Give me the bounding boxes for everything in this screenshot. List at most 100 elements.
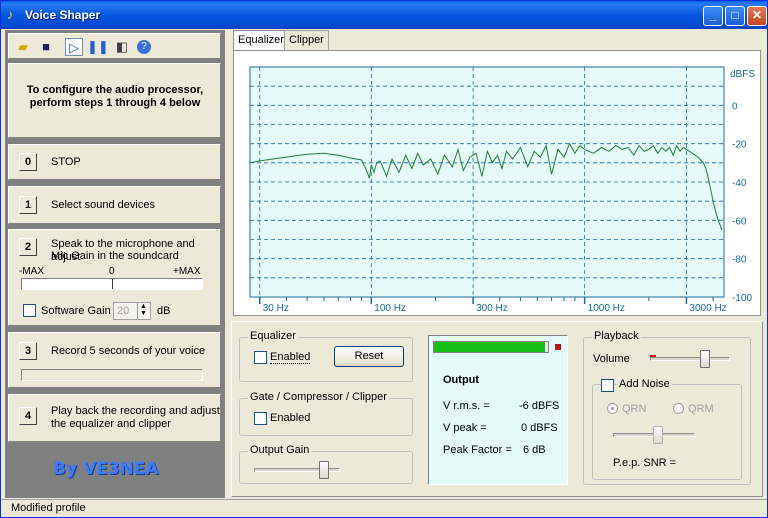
step-1-button[interactable]: 1 xyxy=(19,196,37,214)
vpeak-label: V peak = xyxy=(443,422,487,434)
vrms-label: V r.m.s. = xyxy=(443,400,490,412)
y-tick-label: -20 xyxy=(732,140,747,151)
software-gain-value: 20 xyxy=(117,305,130,317)
app-window: ♪ Voice Shaper _ □ ✕ ▰ ■ ▷ ❚❚ ◧ ? To con… xyxy=(0,0,768,518)
step-3-label: Record 5 seconds of your voice xyxy=(51,345,206,357)
window-title: Voice Shaper xyxy=(25,8,101,22)
instructions-panel: To configure the audio processor, perfor… xyxy=(8,63,221,138)
step-0-button[interactable]: 0 xyxy=(19,153,37,171)
spectrum-chart: 30 Hz 100 Hz 300 Hz 1000 Hz 3000 Hz 0 -20 -40 -6… xyxy=(249,66,755,314)
step-3-button[interactable]: 3 xyxy=(19,342,37,360)
equalizer-group: Equalizer Enabled Reset xyxy=(239,330,413,382)
gate-group-title: Gate / Compressor / Clipper xyxy=(248,391,389,403)
qrm-label: QRM xyxy=(688,403,714,415)
y-tick-label: -80 xyxy=(732,255,747,266)
step-2-label-line2: Mic Gain in the soundcard xyxy=(51,250,179,262)
x-tick-label: 3000 Hz xyxy=(689,303,726,314)
volume-label: Volume xyxy=(593,353,630,365)
volume-track[interactable] xyxy=(650,357,730,361)
equalizer-enabled-label: Enabled xyxy=(270,351,311,364)
app-icon: ♪ xyxy=(7,7,14,22)
peak-factor-value: 6 dB xyxy=(523,444,546,456)
step-1-panel: 1 Select sound devices xyxy=(8,186,221,224)
step-4-label-line2: the equalizer and clipper xyxy=(51,418,171,430)
step-4-button[interactable]: 4 xyxy=(19,407,37,425)
vrms-value: -6 dBFS xyxy=(519,400,560,412)
noise-level-slider[interactable] xyxy=(652,426,663,444)
add-noise-checkbox[interactable] xyxy=(601,379,614,392)
spinner-arrows-icon[interactable]: ▲ ▼ xyxy=(137,303,149,319)
maximize-button[interactable]: □ xyxy=(725,6,745,26)
speaker-icon[interactable]: ◧ xyxy=(113,38,131,56)
step-2-panel: 2 Speak to the microphone and adjust Mic… xyxy=(8,229,221,326)
y-tick-label: -100 xyxy=(732,293,752,304)
author-credit: By VE3NEA xyxy=(53,459,159,479)
step-2-button[interactable]: 2 xyxy=(19,238,37,256)
open-folder-icon[interactable]: ▰ xyxy=(14,38,32,56)
step-0-panel: 0 STOP xyxy=(8,144,221,180)
x-tick-label: 300 Hz xyxy=(476,303,508,314)
step-4-panel: 4 Play back the recording and adjust the… xyxy=(8,394,221,442)
qrn-radio[interactable] xyxy=(607,403,618,414)
equalizer-group-title: Equalizer xyxy=(248,330,298,342)
left-pane: ▰ ■ ▷ ❚❚ ◧ ? To configure the audio proc… xyxy=(5,30,225,498)
minimize-button[interactable]: _ xyxy=(703,6,723,26)
pause-icon[interactable]: ❚❚ xyxy=(87,38,109,56)
output-panel: Output V r.m.s. = -6 dBFS V peak = 0 dBF… xyxy=(428,335,568,485)
software-gain-label: Software Gain xyxy=(41,305,111,317)
playback-title: Playback xyxy=(592,330,641,342)
gate-enabled-checkbox[interactable] xyxy=(254,412,267,425)
equalizer-tab-panel: 30 Hz 100 Hz 300 Hz 1000 Hz 3000 Hz 0 -20 -40 -6… xyxy=(233,50,761,316)
tab-clipper[interactable]: Clipper xyxy=(284,30,329,50)
y-tick-label: -60 xyxy=(732,216,747,227)
x-tick-label: 30 Hz xyxy=(263,303,289,314)
snr-label: P.e.p. SNR = xyxy=(613,457,677,469)
vpeak-value: 0 dBFS xyxy=(521,422,558,434)
clip-indicator xyxy=(555,344,561,350)
step-1-label: Select sound devices xyxy=(51,199,155,211)
status-text: Modified profile xyxy=(11,502,86,514)
qrm-radio[interactable] xyxy=(673,403,684,414)
software-gain-checkbox[interactable] xyxy=(23,304,36,317)
output-gain-slider[interactable] xyxy=(318,461,329,479)
title-bar[interactable]: ♪ Voice Shaper _ □ ✕ xyxy=(1,1,767,29)
step-0-label: STOP xyxy=(51,156,81,168)
y-tick-label: 0 xyxy=(732,101,738,112)
x-tick-label: 1000 Hz xyxy=(588,303,625,314)
software-gain-spinner[interactable]: 20 ▲ ▼ xyxy=(113,302,151,320)
instructions-text: To configure the audio processor, perfor… xyxy=(26,84,204,109)
y-tick-label: -40 xyxy=(732,178,747,189)
record-progress-bar xyxy=(21,369,203,381)
mic-meter-min-label: -MAX xyxy=(19,266,44,277)
toolbar: ▰ ■ ▷ ❚❚ ◧ ? xyxy=(8,33,221,59)
status-bar: Modified profile xyxy=(1,499,767,517)
step-3-panel: 3 Record 5 seconds of your voice xyxy=(8,332,221,388)
output-gain-group: Output Gain xyxy=(239,444,413,484)
qrn-label: QRN xyxy=(622,403,647,415)
step-4-label-line1: Play back the recording and adjust xyxy=(51,405,220,417)
mic-meter-center-label: 0 xyxy=(109,266,115,277)
reset-button[interactable]: Reset xyxy=(334,346,404,367)
gate-enabled-label: Enabled xyxy=(270,412,311,424)
play-icon[interactable]: ▷ xyxy=(65,38,83,56)
mic-meter-max-label: +MAX xyxy=(173,266,201,277)
add-noise-group: Add Noise QRN QRM P.e.p. SNR = xyxy=(592,378,742,480)
close-button[interactable]: ✕ xyxy=(747,6,767,26)
volume-slider[interactable] xyxy=(700,350,711,368)
software-gain-unit: dB xyxy=(157,305,171,317)
mic-level-meter xyxy=(21,278,203,290)
output-level-meter xyxy=(433,341,549,353)
output-title: Output xyxy=(443,374,480,386)
x-tick-label: 100 Hz xyxy=(374,303,406,314)
tab-equalizer[interactable]: Equalizer xyxy=(233,30,289,51)
equalizer-enabled-checkbox[interactable] xyxy=(254,351,267,364)
playback-group: Playback Volume Add Noise QRN QRM P.e.p.… xyxy=(583,330,751,485)
output-gain-title: Output Gain xyxy=(248,444,312,456)
save-disk-icon[interactable]: ■ xyxy=(37,38,55,56)
mic-meter-center-mark xyxy=(112,279,113,289)
y-axis-unit-label: dBFS xyxy=(730,69,755,80)
help-icon[interactable]: ? xyxy=(137,40,151,54)
peak-factor-label: Peak Factor = xyxy=(443,444,512,456)
gate-compressor-clipper-group: Gate / Compressor / Clipper Enabled xyxy=(239,391,413,436)
output-level-fill xyxy=(434,342,545,352)
